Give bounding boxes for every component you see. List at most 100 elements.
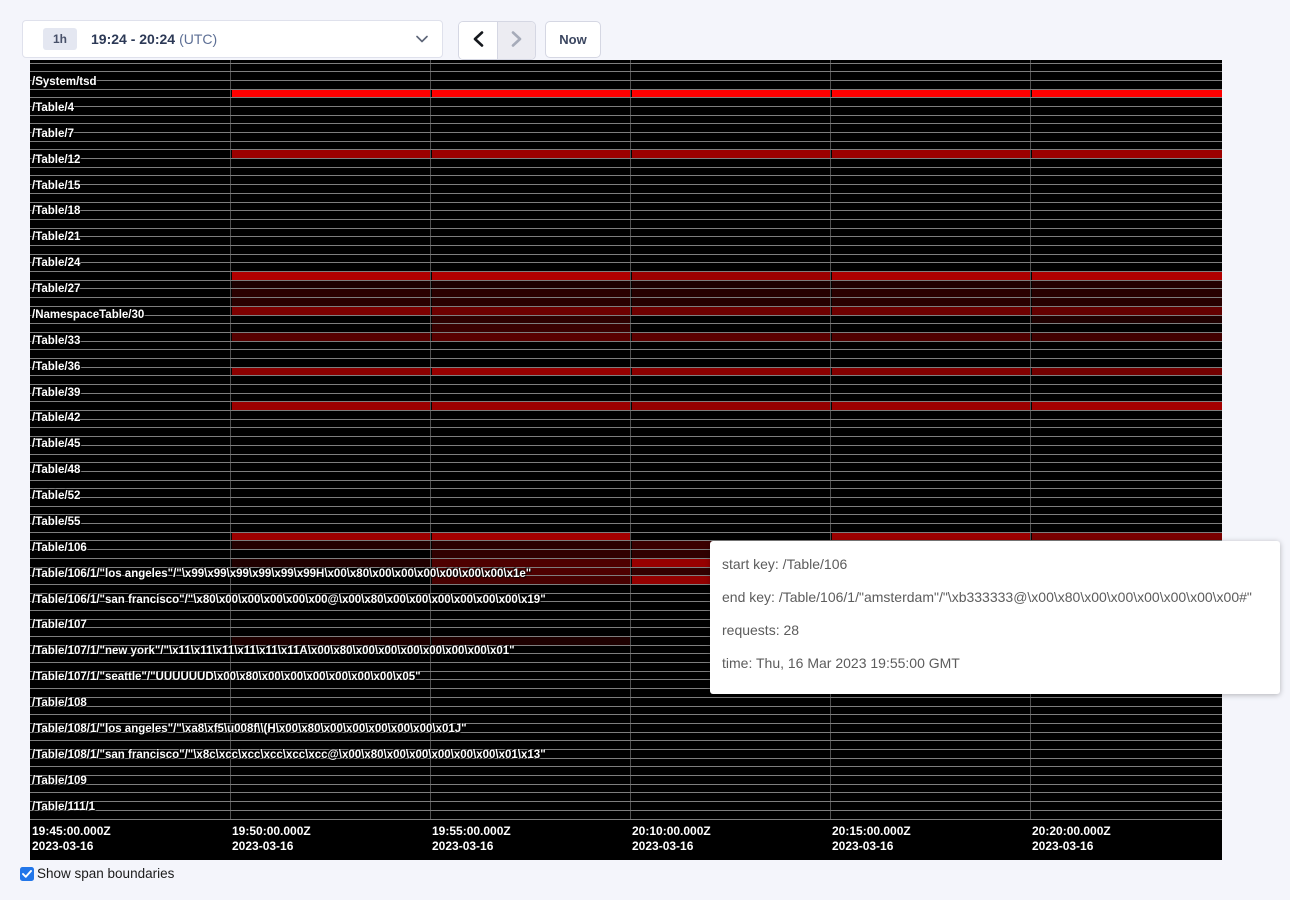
chevron-right-icon: [511, 31, 522, 50]
prev-time-button[interactable]: [459, 22, 497, 59]
span-boundary-line: [30, 792, 1222, 793]
heat-band-segment[interactable]: [432, 559, 630, 567]
time-range-selector[interactable]: 1h 19:24 - 20:24(UTC): [22, 20, 443, 58]
heat-band-segment[interactable]: [832, 307, 1030, 315]
heat-band-segment[interactable]: [632, 272, 830, 280]
heat-band-segment[interactable]: [832, 402, 1030, 410]
heat-band-segment[interactable]: [1032, 281, 1222, 289]
heat-band-segment[interactable]: [1032, 333, 1222, 341]
chevron-down-icon: [416, 35, 428, 43]
span-boundary-line: [30, 697, 1222, 698]
heat-band-segment[interactable]: [432, 316, 630, 324]
heat-band-segment[interactable]: [232, 333, 430, 341]
next-time-button[interactable]: [497, 22, 535, 59]
heat-band-segment[interactable]: [832, 333, 1030, 341]
heat-band-segment[interactable]: [1032, 316, 1222, 324]
x-axis-tick-date: 2023-03-16: [1032, 839, 1093, 853]
span-boundary-line: [30, 132, 1222, 133]
row-label: /Table/106/1/"los angeles"/"\x99\x99\x99…: [32, 568, 531, 580]
x-axis-tick-time: 19:45:00.000Z: [32, 824, 111, 838]
heat-band-segment[interactable]: [1032, 307, 1222, 315]
span-boundary-line: [30, 123, 1222, 124]
span-boundary-line: [30, 236, 1222, 237]
heat-band-segment[interactable]: [632, 307, 830, 315]
heat-band-segment[interactable]: [632, 150, 830, 158]
key-visualizer-page: 1h 19:24 - 20:24(UTC) Now /System/tsd/Ta…: [0, 0, 1290, 900]
heat-band-segment[interactable]: [832, 368, 1030, 376]
heat-band-segment[interactable]: [432, 550, 630, 558]
heat-band-segment[interactable]: [232, 533, 430, 541]
heat-band-segment[interactable]: [1032, 533, 1222, 541]
heat-band-segment[interactable]: [232, 281, 430, 289]
heat-band-segment[interactable]: [432, 637, 630, 645]
x-axis-tick-date: 2023-03-16: [632, 839, 693, 853]
heat-band-segment[interactable]: [232, 307, 430, 315]
span-boundary-line: [30, 149, 1222, 150]
span-boundary-line: [30, 454, 1222, 455]
heat-band-segment[interactable]: [232, 637, 430, 645]
heat-band-segment[interactable]: [1032, 272, 1222, 280]
heat-band-segment[interactable]: [1032, 402, 1222, 410]
heat-band-segment[interactable]: [432, 333, 630, 341]
heat-band-segment[interactable]: [432, 324, 630, 332]
heat-band-segment[interactable]: [232, 90, 430, 98]
heat-band-segment[interactable]: [432, 272, 630, 280]
heat-band-segment[interactable]: [832, 272, 1030, 280]
heat-band-segment[interactable]: [1032, 368, 1222, 376]
key-visualizer-canvas[interactable]: /System/tsd/Table/4/Table/7/Table/12/Tab…: [30, 60, 1222, 860]
span-boundary-line: [30, 341, 1222, 342]
span-boundary-line: [30, 262, 1222, 263]
span-boundary-line: [30, 89, 1222, 90]
span-boundary-line: [30, 315, 1222, 316]
span-boundary-line: [30, 810, 1222, 811]
heat-band-segment[interactable]: [632, 368, 830, 376]
span-boundary-line: [30, 167, 1222, 168]
span-boundary-line: [30, 367, 1222, 368]
span-boundary-line: [30, 219, 1222, 220]
heat-band-segment[interactable]: [432, 402, 630, 410]
show-span-boundaries-checkbox[interactable]: [20, 867, 34, 881]
heat-band-segment[interactable]: [432, 307, 630, 315]
heat-band-segment[interactable]: [632, 333, 830, 341]
x-axis-tick-time: 20:10:00.000Z: [632, 824, 711, 838]
span-boundary-line: [30, 358, 1222, 359]
heat-band-segment[interactable]: [232, 150, 430, 158]
row-label: /Table/7: [32, 128, 74, 140]
heat-band-segment[interactable]: [432, 150, 630, 158]
span-boundary-line: [30, 245, 1222, 246]
heat-band-segment[interactable]: [832, 150, 1030, 158]
heat-band-segment[interactable]: [632, 281, 830, 289]
span-boundary-line: [30, 384, 1222, 385]
x-axis-tick-time: 20:15:00.000Z: [832, 824, 911, 838]
show-span-boundaries-label: Show span boundaries: [37, 866, 174, 881]
x-axis-tick-date: 2023-03-16: [232, 839, 293, 853]
span-boundary-line: [30, 506, 1222, 507]
footer: Show span boundaries: [20, 866, 174, 881]
heat-band-segment[interactable]: [232, 272, 430, 280]
heat-band-segment[interactable]: [432, 533, 630, 541]
heat-band-segment[interactable]: [832, 90, 1030, 98]
span-boundary-line: [30, 375, 1222, 376]
heat-band-segment[interactable]: [232, 541, 430, 549]
heat-band-segment[interactable]: [1032, 90, 1222, 98]
span-boundary-line: [30, 80, 1222, 81]
heat-band-segment[interactable]: [432, 541, 630, 549]
heat-band-segment[interactable]: [432, 90, 630, 98]
heat-band-segment[interactable]: [232, 402, 430, 410]
heat-band-segment[interactable]: [232, 559, 430, 567]
span-boundary-line: [30, 393, 1222, 394]
now-button[interactable]: Now: [545, 21, 601, 58]
row-label: /Table/27: [32, 283, 80, 295]
heat-band-segment[interactable]: [632, 90, 830, 98]
span-boundary-line: [30, 706, 1222, 707]
span-boundary-line: [30, 184, 1222, 185]
heat-band-segment[interactable]: [632, 402, 830, 410]
heat-band-segment[interactable]: [832, 533, 1030, 541]
heat-band-segment[interactable]: [432, 368, 630, 376]
span-boundary-line: [30, 141, 1222, 142]
heat-band-segment[interactable]: [1032, 150, 1222, 158]
heat-band-segment[interactable]: [232, 368, 430, 376]
heat-band-segment[interactable]: [832, 281, 1030, 289]
heat-band-segment[interactable]: [432, 281, 630, 289]
row-label: /Table/106: [32, 542, 87, 554]
